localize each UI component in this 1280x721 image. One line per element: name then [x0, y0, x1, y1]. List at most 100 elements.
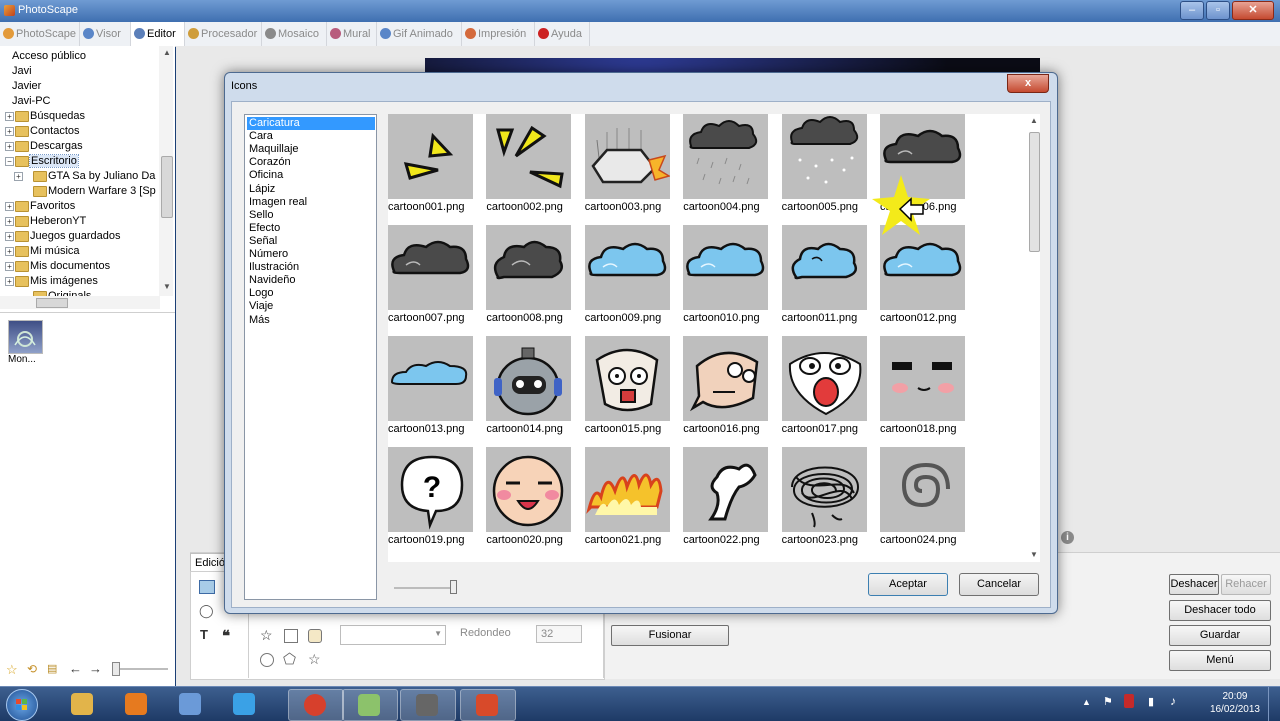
taskbar-app[interactable]	[110, 689, 164, 719]
icon-thumbnail[interactable]	[584, 336, 670, 421]
tree-expander-icon[interactable]: −	[5, 157, 14, 166]
aceptar-button[interactable]: Aceptar	[868, 573, 948, 596]
icon-thumbnail[interactable]	[388, 225, 473, 310]
folder-icon[interactable]: ▤	[47, 662, 57, 675]
category-item[interactable]: Lápiz	[247, 183, 275, 196]
maximize-button[interactable]: ▫	[1206, 1, 1230, 20]
icon-thumbnail[interactable]	[880, 336, 965, 421]
rotate-icon[interactable]: ⟲	[27, 662, 37, 676]
tree-subitem[interactable]: Modern Warfare 3 [Sp	[0, 184, 158, 199]
category-item[interactable]: Más	[247, 314, 270, 327]
tree-subitem[interactable]: + GTA Sa by Juliano Da	[0, 169, 158, 184]
system-clock[interactable]: 20:09 16/02/2013	[1210, 690, 1260, 716]
grid-scroll-down-icon[interactable]: ▼	[1030, 550, 1038, 559]
network-icon[interactable]: ▮	[1148, 695, 1154, 708]
icon-thumbnail[interactable]	[486, 114, 572, 199]
tab-procesador[interactable]: Procesador	[185, 22, 262, 46]
info-icon[interactable]: i	[1061, 531, 1074, 544]
tab-ayuda[interactable]: Ayuda	[535, 22, 590, 46]
icon-thumbnail[interactable]	[584, 447, 670, 532]
scroll-up-arrow-icon[interactable]: ▲	[163, 48, 171, 57]
tab-visor[interactable]: Visor	[80, 22, 131, 46]
category-item[interactable]: Efecto	[247, 222, 280, 235]
tree-item[interactable]: + Mi música	[0, 244, 158, 259]
tree-vertical-scrollbar[interactable]: ▲ ▼	[159, 46, 173, 296]
tree-item[interactable]: + Favoritos	[0, 199, 158, 214]
taskbar-app[interactable]	[400, 689, 456, 721]
rounded-rect-shape-icon[interactable]	[308, 629, 322, 643]
star-icon[interactable]: ☆	[6, 662, 18, 678]
icon-cell[interactable]: cartoon007.png	[388, 225, 478, 324]
speech-bubble-icon[interactable]: ◯	[199, 603, 214, 619]
tree-hscroll-thumb[interactable]	[36, 298, 68, 308]
category-item[interactable]: Logo	[247, 287, 273, 300]
tree-expander-icon[interactable]: +	[5, 142, 14, 151]
close-button[interactable]: ✕	[1232, 1, 1274, 20]
tree-item[interactable]: + HeberonYT	[0, 214, 158, 229]
guardar-button[interactable]: Guardar	[1169, 625, 1271, 646]
icon-cell[interactable]: cartoon021.png	[584, 447, 675, 546]
tree-item[interactable]: + Juegos guardados	[0, 229, 158, 244]
tree-item[interactable]: Acceso público	[0, 49, 158, 64]
icon-thumbnail[interactable]	[584, 225, 670, 310]
tree-expander-icon[interactable]: +	[5, 247, 14, 256]
outline-star-shape-icon[interactable]: ☆	[308, 651, 321, 668]
icon-thumbnail[interactable]	[781, 225, 867, 310]
start-button[interactable]	[6, 689, 38, 721]
show-hidden-icons-icon[interactable]: ▲	[1082, 697, 1091, 707]
tree-expander-icon[interactable]: +	[5, 262, 14, 271]
icon-cell[interactable]: cartoon013.png	[388, 336, 478, 435]
icon-thumbnail[interactable]	[880, 225, 965, 310]
tree-item[interactable]: Javi	[0, 64, 158, 79]
circle-shape-icon[interactable]	[260, 653, 274, 667]
icon-cell[interactable]: cartoon018.png	[880, 336, 970, 435]
tab-gif-animado[interactable]: Gif Animado	[377, 22, 462, 46]
icon-cell[interactable]: cartoon024.png	[880, 447, 970, 546]
icon-cell[interactable]: cartoon009.png	[584, 225, 675, 324]
tab-editor[interactable]: Editor	[131, 22, 185, 46]
category-item[interactable]: Imagen real	[247, 196, 307, 209]
tree-item[interactable]: − Escritorio	[0, 154, 158, 169]
icon-cell[interactable]: cartoon023.png	[781, 447, 872, 546]
tree-expander-icon[interactable]: +	[5, 127, 14, 136]
cancelar-button[interactable]: Cancelar	[959, 573, 1039, 596]
icon-thumbnail[interactable]	[683, 114, 769, 199]
deshacer-todo-button[interactable]: Deshacer todo	[1169, 600, 1271, 621]
thumb-size-slider[interactable]	[112, 668, 168, 670]
icon-cell[interactable]: cartoon005.png	[781, 114, 872, 213]
tree-horizontal-scrollbar[interactable]	[0, 296, 160, 309]
icon-grid-scrollbar[interactable]: ▲ ▼	[1028, 116, 1040, 562]
tab-impresión[interactable]: Impresión	[462, 22, 535, 46]
icon-size-slider[interactable]	[394, 587, 456, 589]
security-icon[interactable]	[1124, 694, 1134, 708]
icon-thumbnail[interactable]	[388, 114, 473, 199]
icon-thumbnail[interactable]	[683, 336, 769, 421]
icon-cell[interactable]: cartoon003.png	[584, 114, 675, 213]
minimize-button[interactable]: –	[1180, 1, 1204, 20]
icon-thumbnail[interactable]	[584, 114, 670, 199]
icon-cell[interactable]: cartoon004.png	[683, 114, 773, 213]
icon-cell[interactable]: cartoon017.png	[781, 336, 872, 435]
icon-thumbnail[interactable]: ?	[388, 447, 473, 532]
tab-photoscape[interactable]: PhotoScape	[0, 22, 80, 46]
icon-thumbnail[interactable]	[486, 225, 572, 310]
icon-thumbnail[interactable]	[781, 447, 867, 532]
icon-cell[interactable]: cartoon010.png	[683, 225, 773, 324]
icon-cell[interactable]: cartoon016.png	[683, 336, 773, 435]
star-shape-icon[interactable]: ☆	[260, 627, 273, 644]
thumbnail-image[interactable]	[8, 320, 43, 354]
icon-thumbnail[interactable]	[486, 336, 572, 421]
category-item[interactable]: Ilustración	[247, 261, 299, 274]
tree-item[interactable]: Javier	[0, 79, 158, 94]
category-item[interactable]: Cara	[247, 130, 273, 143]
category-item[interactable]: Maquillaje	[247, 143, 299, 156]
category-item[interactable]: Viaje	[247, 300, 273, 313]
taskbar-app[interactable]	[288, 689, 344, 721]
tree-expander-icon[interactable]: +	[5, 232, 14, 241]
rectangle-shape-icon[interactable]	[284, 629, 298, 643]
scroll-down-arrow-icon[interactable]: ▼	[163, 282, 171, 291]
category-item[interactable]: Número	[247, 248, 288, 261]
icon-thumbnail[interactable]	[781, 336, 867, 421]
category-item[interactable]: Caricatura	[247, 117, 375, 130]
tab-mosaico[interactable]: Mosaico	[262, 22, 327, 46]
